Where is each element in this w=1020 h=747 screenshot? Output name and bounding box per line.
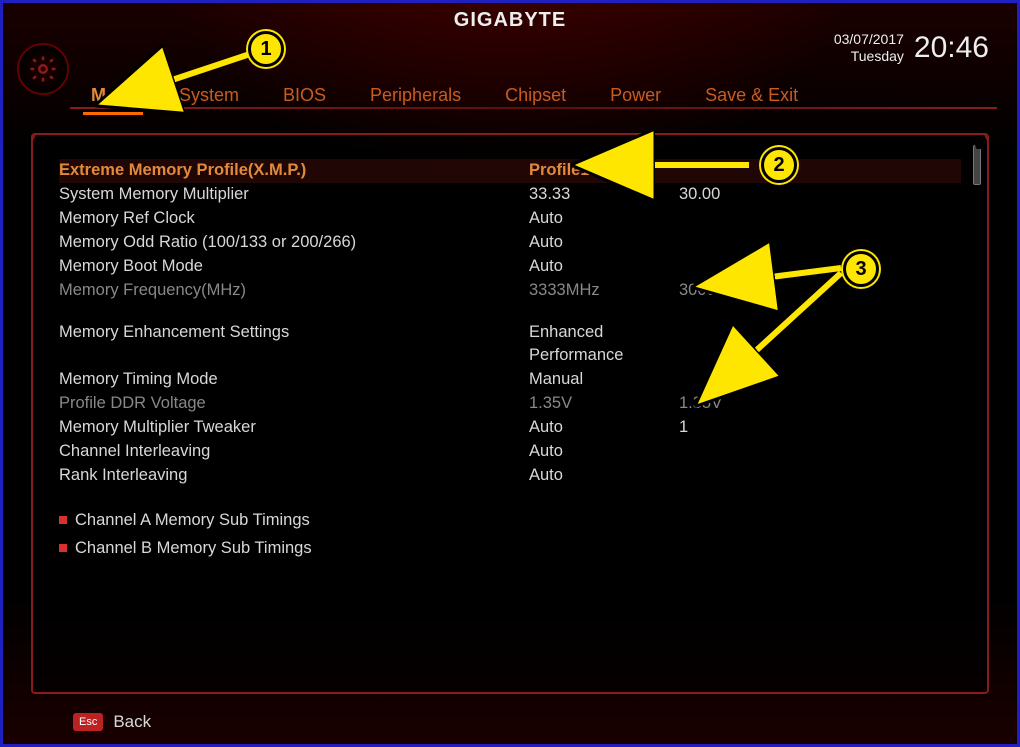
day-text: Tuesday [834,48,904,65]
setting-row[interactable]: Memory Timing ModeManual [59,368,961,392]
setting-row[interactable]: Memory Multiplier TweakerAuto1 [59,416,961,440]
setting-row[interactable]: Memory Frequency(MHz)3333MHz3000MHz [59,279,961,303]
setting-value-secondary [679,464,819,488]
setting-row[interactable]: System Memory Multiplier33.3330.00 [59,183,961,207]
annotation-callout-1: 1 [248,31,284,67]
time-text: 20:46 [914,31,989,65]
tab-bios[interactable]: BIOS [275,81,334,115]
setting-label: Memory Multiplier Tweaker [59,416,529,440]
list-bullet-icon [59,544,67,552]
setting-value[interactable]: 33.33 [529,183,679,207]
scrollbar[interactable] [971,145,981,682]
scrollbar-thumb[interactable] [973,145,981,185]
tab-save-exit[interactable]: Save & Exit [697,81,806,115]
setting-value-secondary: 1.35V [679,392,819,416]
setting-value[interactable]: Auto [529,416,679,440]
tab-chipset[interactable]: Chipset [497,81,574,115]
setting-value[interactable]: 1.35V [529,392,679,416]
setting-value[interactable]: Profile1 [529,159,679,183]
setting-label: System Memory Multiplier [59,183,529,207]
back-label: Back [113,712,151,732]
datetime-block: 03/07/2017 Tuesday 20:46 [834,31,989,65]
tab-m-i-t[interactable]: M.I.T. [83,81,143,115]
subtiming-label: Channel A Memory Sub Timings [75,506,310,534]
setting-row[interactable]: Memory Ref ClockAuto [59,207,961,231]
setting-label: Extreme Memory Profile(X.M.P.) [59,159,529,183]
setting-row[interactable]: Memory Odd Ratio (100/133 or 200/266)Aut… [59,231,961,255]
setting-value-secondary [679,440,819,464]
setting-row[interactable]: Extreme Memory Profile(X.M.P.)Profile1 [59,159,961,183]
settings-panel: Extreme Memory Profile(X.M.P.)Profile1Sy… [31,133,989,694]
setting-row[interactable]: Channel InterleavingAuto [59,440,961,464]
tab-system[interactable]: System [171,81,247,115]
setting-row[interactable]: Profile DDR Voltage1.35V1.35V [59,392,961,416]
setting-value[interactable]: Manual [529,368,679,392]
tab-power[interactable]: Power [602,81,669,115]
setting-value-secondary: 3000MHz [679,279,819,303]
setting-label: Memory Timing Mode [59,368,529,392]
setting-label: Memory Boot Mode [59,255,529,279]
setting-label: Channel Interleaving [59,440,529,464]
setting-label: Rank Interleaving [59,464,529,488]
setting-label: Memory Odd Ratio (100/133 or 200/266) [59,231,529,255]
annotation-callout-2: 2 [761,147,797,183]
setting-value[interactable]: Auto [529,231,679,255]
setting-value-secondary [679,321,819,369]
footer-back[interactable]: Esc Back [73,712,151,732]
setting-value-secondary: 30.00 [679,183,819,207]
subtiming-label: Channel B Memory Sub Timings [75,534,312,562]
setting-row[interactable]: Rank InterleavingAuto [59,464,961,488]
subtiming-link[interactable]: Channel B Memory Sub Timings [59,534,961,562]
tab-underline [70,107,997,109]
tab-bar: M.I.T. System BIOS Peripherals Chipset Power S… [83,81,806,115]
setting-label: Profile DDR Voltage [59,392,529,416]
annotation-callout-3: 3 [843,251,879,287]
setting-value[interactable]: Auto [529,464,679,488]
setting-value[interactable]: Enhanced Performance [529,321,679,369]
setting-row[interactable]: Memory Enhancement SettingsEnhanced Perf… [59,321,961,369]
setting-value-secondary [679,231,819,255]
esc-key-icon: Esc [73,713,103,731]
brand-logo: GIGABYTE [454,9,566,32]
setting-value-secondary [679,159,819,183]
setting-value-secondary: 1 [679,416,819,440]
setting-value[interactable]: Auto [529,207,679,231]
setting-value[interactable]: Auto [529,440,679,464]
setting-label: Memory Enhancement Settings [59,321,529,369]
setting-value[interactable]: Auto [529,255,679,279]
setting-value[interactable]: 3333MHz [529,279,679,303]
date-text: 03/07/2017 [834,31,904,48]
setting-label: Memory Frequency(MHz) [59,279,529,303]
subtiming-link[interactable]: Channel A Memory Sub Timings [59,506,961,534]
tab-peripherals[interactable]: Peripherals [362,81,469,115]
setting-value-secondary [679,207,819,231]
list-bullet-icon [59,516,67,524]
setting-row[interactable]: Memory Boot ModeAuto [59,255,961,279]
setting-label: Memory Ref Clock [59,207,529,231]
gear-icon[interactable] [17,43,69,95]
setting-value-secondary [679,255,819,279]
setting-value-secondary [679,368,819,392]
